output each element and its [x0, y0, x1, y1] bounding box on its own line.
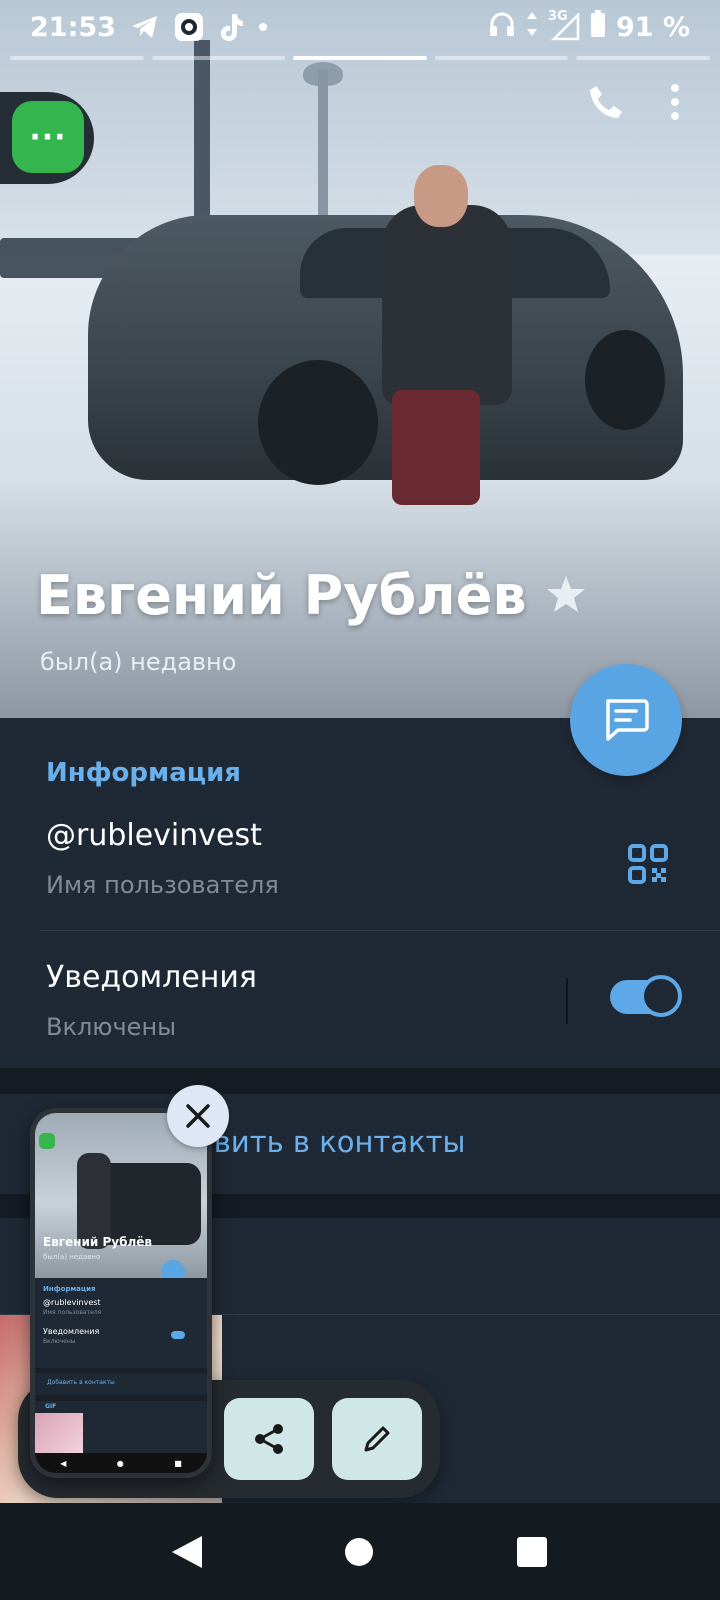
- add-contact-label[interactable]: авить в контакты: [196, 1125, 465, 1159]
- photo-car-wheel: [258, 360, 378, 485]
- preview-name: Евгений Рублёв: [43, 1235, 153, 1249]
- preview-status: был(а) недавно: [43, 1253, 101, 1261]
- preview-gif-thumb: [35, 1413, 83, 1453]
- progress-segment: [576, 56, 710, 60]
- profile-status: был(а) недавно: [40, 648, 237, 676]
- edit-button[interactable]: [332, 1398, 422, 1480]
- message-icon: [606, 699, 649, 741]
- preview-username-label: Имя пользователя: [43, 1309, 102, 1316]
- battery-icon: [590, 9, 606, 45]
- close-preview-button[interactable]: [167, 1085, 229, 1147]
- preview-notifications-state: Включены: [43, 1338, 76, 1345]
- profile-name-text: Евгений Рублёв: [36, 564, 527, 627]
- signal-icon: 3G: [548, 9, 580, 41]
- tiktok-icon: [218, 12, 244, 42]
- photo-person-body: [382, 205, 512, 405]
- photo-person-head: [414, 165, 468, 227]
- network-type: 3G: [547, 9, 568, 24]
- toggle-knob: [640, 975, 682, 1017]
- share-button[interactable]: [224, 1398, 314, 1480]
- section-gap: [0, 1068, 720, 1094]
- preview-navbar: ◀ ● ■: [35, 1453, 207, 1473]
- data-arrows-icon: [526, 11, 538, 44]
- status-bar: 21:53 3G 91 %: [0, 0, 720, 54]
- star-icon[interactable]: [545, 564, 587, 627]
- story-progress: [10, 56, 710, 60]
- preview-bubble: [39, 1133, 55, 1149]
- info-heading: Информация: [46, 758, 241, 788]
- progress-segment-active: [293, 56, 427, 60]
- status-time: 21:53: [30, 11, 116, 43]
- screenshot-preview[interactable]: Евгений Рублёв был(а) недавно Информация…: [30, 1108, 212, 1478]
- divider: [40, 930, 720, 931]
- header-actions: [586, 82, 680, 126]
- username-label: Имя пользователя: [46, 871, 279, 899]
- photo-car-wheel: [585, 330, 665, 430]
- preview-add-contact: Добавить в контакты: [47, 1379, 115, 1386]
- preview-recents-icon: ■: [174, 1458, 182, 1468]
- dot-icon: [258, 22, 268, 32]
- photo-tower: [194, 40, 210, 240]
- more-vertical-icon[interactable]: [670, 83, 680, 125]
- progress-segment: [10, 56, 144, 60]
- notifications-state: Включены: [46, 1013, 177, 1041]
- back-icon[interactable]: [170, 1534, 206, 1574]
- qr-code-icon[interactable]: [628, 844, 668, 888]
- vertical-separator: [566, 978, 568, 1024]
- progress-segment: [151, 56, 286, 60]
- message-button[interactable]: [570, 664, 682, 776]
- preview-notifications: Уведомления: [43, 1327, 100, 1336]
- preview-toggle: [171, 1331, 185, 1339]
- pencil-icon: [364, 1426, 390, 1452]
- progress-segment: [434, 56, 569, 60]
- preview-gif-label: GIF: [45, 1403, 57, 1410]
- app-icon: [174, 12, 204, 42]
- telegram-icon: [130, 14, 160, 40]
- notifications-title[interactable]: Уведомления: [46, 960, 257, 995]
- home-icon[interactable]: [345, 1538, 373, 1566]
- headphones-icon: [488, 10, 516, 45]
- preview-info-heading: Информация: [43, 1285, 96, 1293]
- preview-home-icon: ●: [116, 1458, 124, 1468]
- floating-bubble-button[interactable]: ···: [12, 101, 84, 173]
- close-icon: [186, 1104, 210, 1128]
- preview-back-icon: ◀: [60, 1458, 67, 1468]
- username-value[interactable]: @rublevinvest: [46, 818, 262, 853]
- recents-icon[interactable]: [517, 1537, 547, 1567]
- share-icon: [255, 1424, 283, 1454]
- profile-name: Евгений Рублёв: [36, 564, 587, 627]
- preview-username: @rublevinvest: [43, 1298, 101, 1307]
- battery-percent: 91 %: [615, 11, 690, 43]
- call-icon[interactable]: [586, 82, 626, 126]
